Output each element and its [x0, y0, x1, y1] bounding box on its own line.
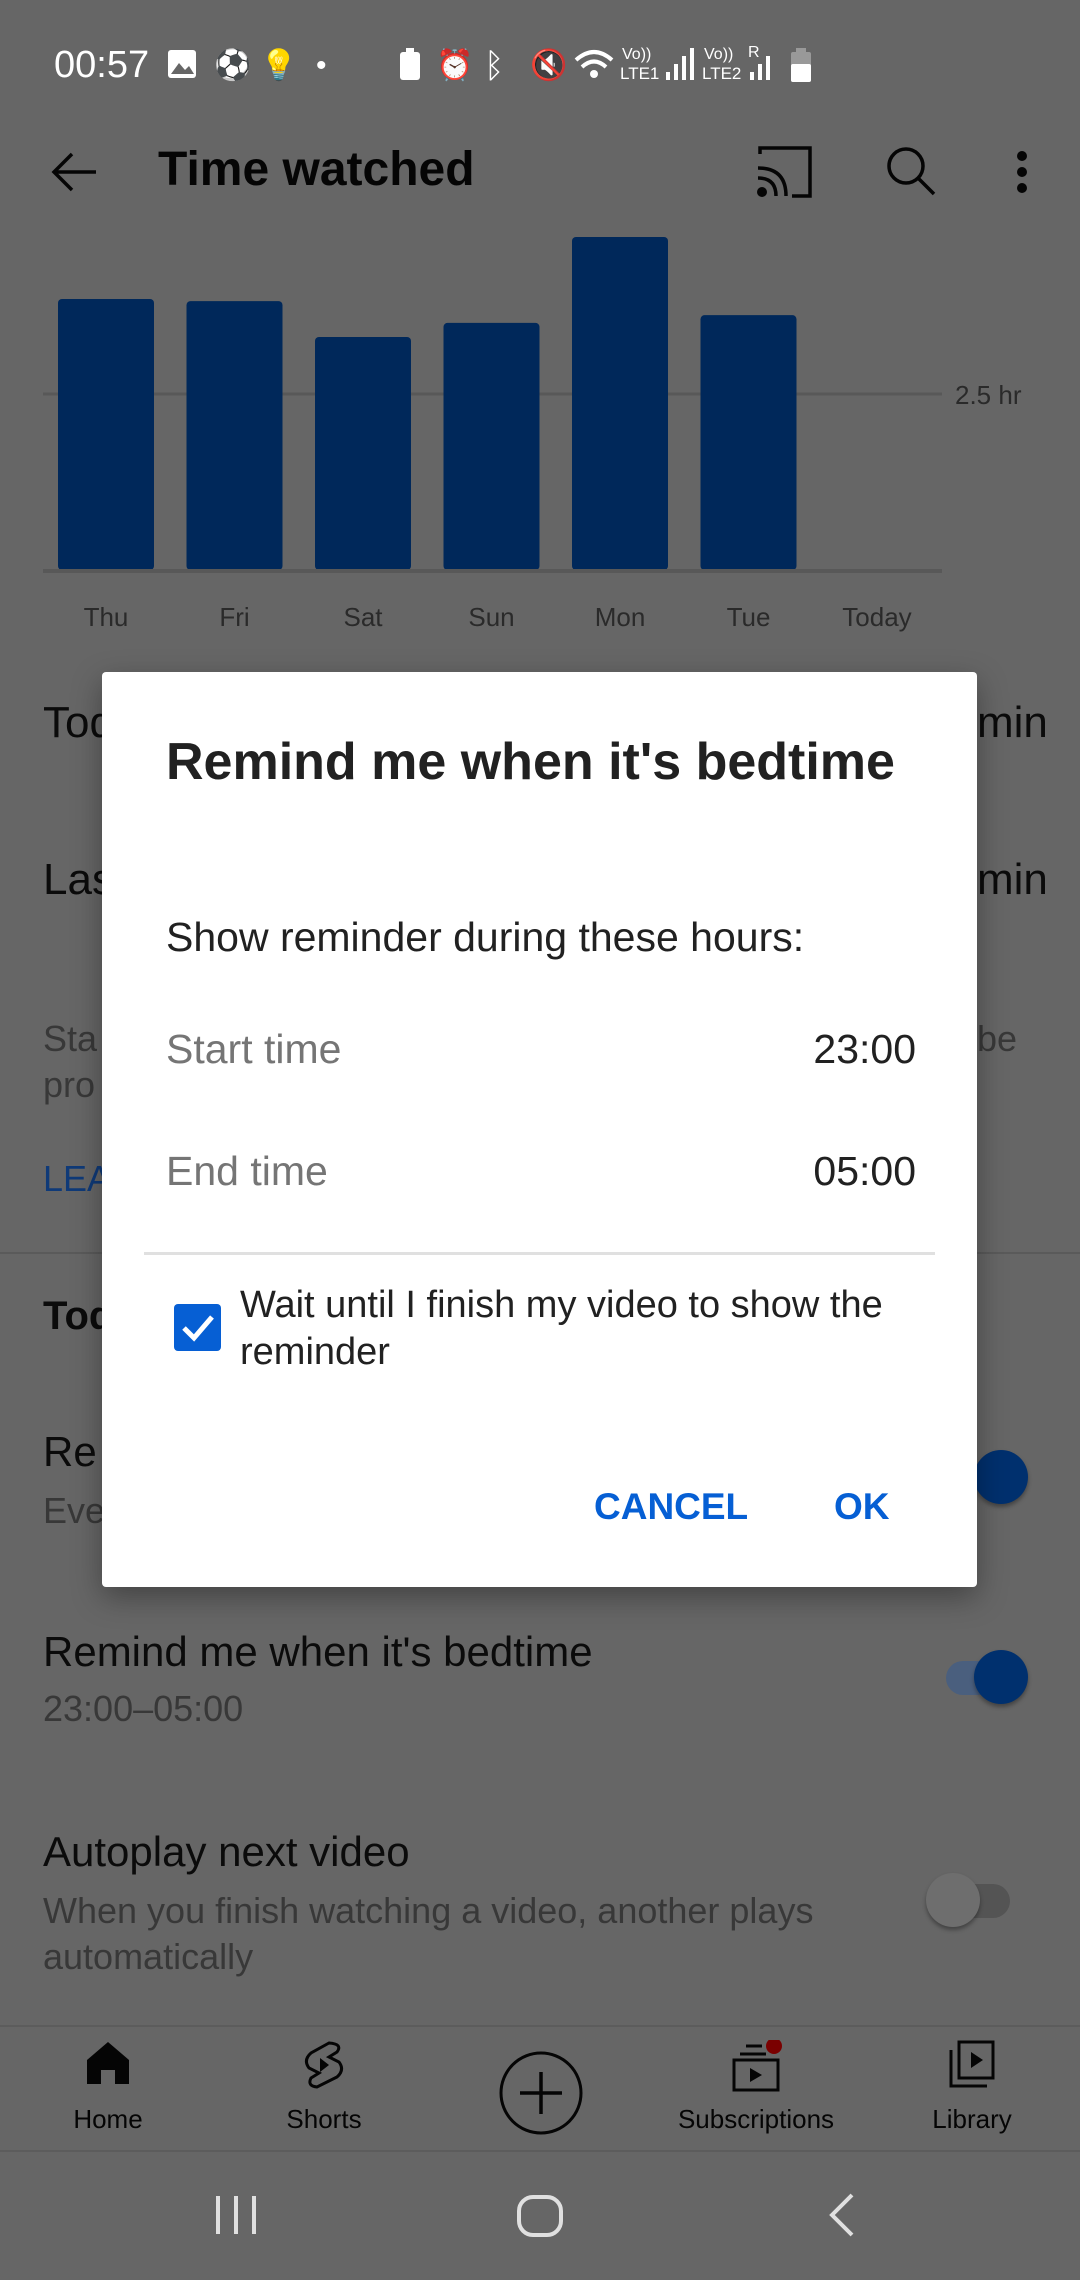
bar-tue — [700, 315, 797, 570]
wifi-icon — [574, 48, 614, 84]
nav-subscriptions[interactable] — [656, 2038, 856, 2097]
dot-icon: • — [316, 49, 327, 82]
remind-break-title: Re — [43, 1428, 97, 1475]
nav-subscriptions-label: Subscriptions — [677, 2104, 835, 2134]
info-tail: be — [977, 1018, 1018, 1059]
nav-home[interactable] — [8, 2040, 208, 2091]
home-icon — [85, 2042, 131, 2090]
signal1-icon — [664, 48, 694, 84]
wait-checkbox-label[interactable]: Wait until I finish my video to show the… — [240, 1282, 940, 1376]
back-arrow-icon[interactable] — [48, 148, 100, 201]
bulb-icon: 💡 — [260, 49, 298, 82]
shorts-icon — [301, 2041, 347, 2094]
learn-more-link[interactable]: LEA — [43, 1158, 111, 1200]
bar-thu — [58, 298, 154, 570]
end-time-label: End time — [166, 1148, 328, 1194]
nav-home-label: Home — [73, 2104, 143, 2134]
autoplay-toggle[interactable] — [926, 1873, 1016, 1929]
system-nav-divider — [0, 2150, 1080, 2152]
cancel-button[interactable]: CANCEL — [594, 1486, 748, 1528]
start-time-label: Start time — [166, 1026, 342, 1072]
nav-library-label: Library — [932, 2104, 1012, 2134]
dialog-divider — [144, 1252, 935, 1255]
x-tick-label: Tue — [727, 602, 771, 632]
dialog-subtitle: Show reminder during these hours: — [166, 914, 805, 960]
x-tick-label: Sun — [468, 602, 514, 632]
x-tick-label: Fri — [219, 602, 249, 632]
bar-mon — [572, 237, 668, 570]
library-icon — [947, 2040, 997, 2094]
info-line2: pro — [43, 1064, 96, 1105]
soccer-icon: ⚽ — [214, 49, 252, 82]
recent-apps-icon[interactable] — [212, 2194, 260, 2241]
volte2-label: Vo)) — [704, 46, 734, 63]
bar-sat — [315, 336, 411, 570]
x-tick-label: Thu — [84, 602, 129, 632]
home-circle-icon[interactable] — [516, 2194, 564, 2243]
start-time-row[interactable]: Start time 23:00 — [166, 1012, 916, 1092]
lte2-label: LTE2 — [702, 64, 742, 83]
bar-fri — [186, 301, 283, 570]
nav-shorts-label: Shorts — [286, 2104, 362, 2134]
dialog-title: Remind me when it's bedtime — [166, 733, 895, 791]
search-icon[interactable] — [886, 146, 938, 203]
end-time-value: 05:00 — [813, 1148, 916, 1194]
today-value: min — [977, 698, 1048, 747]
time-watched-chart: 2.5 hr Thu Fri Sat Sun Mon Tue Today — [43, 237, 1022, 632]
autoplay-sub: When you finish watching a video, anothe… — [43, 1890, 814, 1977]
bottom-nav-divider — [0, 2025, 1080, 2027]
x-tick-label: Sat — [343, 602, 383, 632]
bluetooth-icon: ᛒ — [484, 47, 505, 85]
status-time: 00:57 — [54, 44, 150, 86]
lte1-label: LTE1 — [620, 64, 660, 83]
page-title: Time watched — [158, 143, 475, 196]
x-tick-label: Mon — [595, 602, 646, 632]
subscriptions-icon — [726, 2038, 786, 2096]
info-line1: Sta — [43, 1018, 98, 1059]
bedtime-sub: 23:00–05:00 — [43, 1688, 244, 1729]
back-chevron-icon[interactable] — [826, 2192, 858, 2243]
ok-button[interactable]: OK — [834, 1486, 890, 1528]
cast-icon[interactable] — [756, 146, 814, 203]
nav-shorts[interactable] — [224, 2040, 424, 2095]
create-plus-icon[interactable] — [498, 2050, 584, 2141]
alarm-icon: ⏰ — [436, 49, 474, 82]
end-time-row[interactable]: End time 05:00 — [166, 1134, 916, 1214]
mute-icon: 🔇 — [530, 49, 568, 82]
autoplay-title: Autoplay next video — [43, 1828, 410, 1875]
more-vert-icon[interactable] — [1014, 148, 1030, 201]
x-tick-label: Today — [842, 602, 911, 632]
gridline-label: 2.5 hr — [955, 380, 1022, 410]
start-time-value: 23:00 — [813, 1026, 916, 1072]
battery-icon — [790, 48, 812, 84]
remind-break-sub: Eve — [43, 1490, 106, 1531]
signal2-icon — [748, 48, 778, 84]
bedtime-dialog: Remind me when it's bedtime Show reminde… — [102, 672, 977, 1587]
battery-saver-icon — [398, 48, 422, 84]
bar-sun — [443, 322, 540, 570]
bedtime-title: Remind me when it's bedtime — [43, 1628, 593, 1675]
last7-value: min — [977, 855, 1048, 904]
bedtime-toggle[interactable] — [944, 1650, 1034, 1706]
gallery-icon — [166, 48, 198, 84]
wait-checkbox[interactable] — [174, 1304, 221, 1351]
nav-library[interactable] — [872, 2040, 1072, 2095]
volte1-label: Vo)) — [622, 46, 652, 63]
check-icon — [182, 1315, 214, 1342]
